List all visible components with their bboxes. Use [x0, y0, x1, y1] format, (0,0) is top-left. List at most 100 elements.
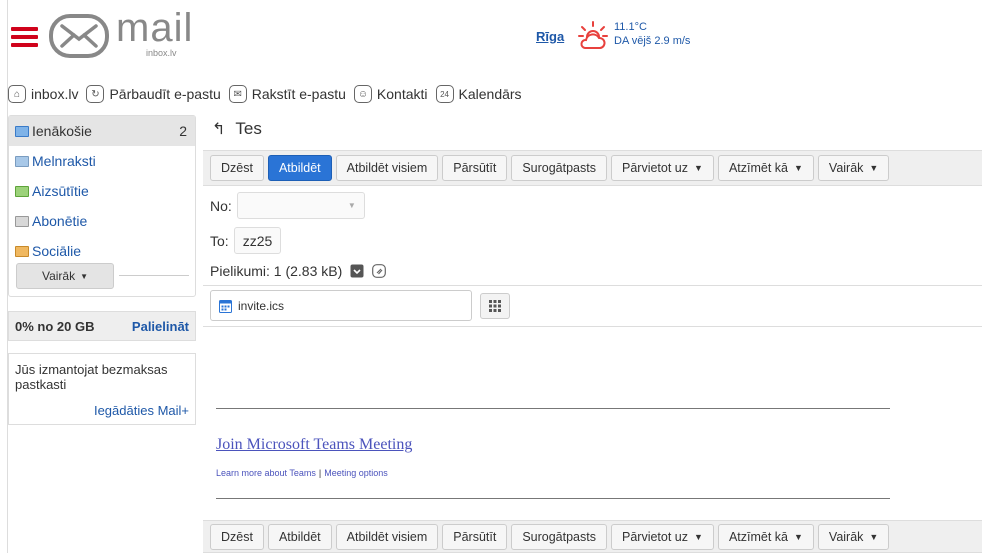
forward-button[interactable]: Pārsūtīt: [442, 155, 508, 181]
more-actions-dropdown[interactable]: Vairāk ▼: [817, 523, 890, 550]
folder-sent[interactable]: Aizsūtītie: [9, 176, 195, 206]
divider: [203, 285, 982, 286]
folder-inbox[interactable]: Ienākošie 2: [9, 116, 195, 146]
folders-more-button[interactable]: Vairāk ▼: [16, 263, 114, 289]
more-actions-dropdown[interactable]: Vairāk ▼: [817, 155, 890, 181]
nav-label: Kontakti: [376, 86, 428, 102]
more-label: Vairāk: [41, 269, 76, 283]
attachment-file[interactable]: invite.ics: [210, 290, 472, 321]
refresh-icon: ↻: [86, 85, 105, 103]
reply-all-button[interactable]: Atbildēt visiem: [335, 523, 439, 550]
delete-button[interactable]: Dzēst: [210, 523, 264, 550]
caret-down-icon: ▼: [869, 163, 879, 173]
compose-icon: ✉: [228, 85, 247, 103]
separator: |: [318, 468, 322, 478]
body-rule: [216, 408, 890, 409]
teams-join-link[interactable]: Join Microsoft Teams Meeting: [216, 436, 412, 454]
folder-label: Ienākošie: [32, 123, 92, 139]
caret-down-icon: ▼: [694, 163, 703, 173]
meeting-options-link[interactable]: Meeting options: [324, 468, 388, 478]
upgrade-link[interactable]: Palielināt: [132, 319, 189, 334]
spam-button[interactable]: Surogātpasts: [511, 523, 607, 550]
folder-label: Abonētie: [32, 213, 88, 229]
calendar-file-icon: [219, 299, 232, 313]
storage-quota: 0% no 20 GB Palielināt: [8, 311, 196, 341]
nav-label: inbox.lv: [31, 86, 79, 102]
back-arrow-icon[interactable]: ↰: [212, 119, 225, 139]
to-row: To: zz25: [210, 227, 282, 254]
move-label: Pārvietot uz: [622, 529, 689, 544]
folder-label: Sociālie: [32, 243, 82, 259]
reply-button[interactable]: Atbildēt: [267, 523, 332, 550]
mark-as-dropdown[interactable]: Atzīmēt kā ▼: [717, 155, 814, 181]
nav-inbox-lv[interactable]: ⌂ inbox.lv: [8, 85, 78, 103]
reply-all-button[interactable]: Atbildēt visiem: [335, 155, 439, 181]
drafts-folder-icon: [15, 155, 29, 167]
social-folder-icon: [15, 245, 29, 257]
logo-text: mail: [116, 6, 194, 50]
folder-drafts[interactable]: Melnraksti: [9, 146, 195, 176]
folder-list: Ienākošie 2 Melnraksti Aizsūtītie Abonēt…: [8, 115, 196, 297]
learn-more-link[interactable]: Learn more about Teams: [216, 468, 316, 478]
paperclip-icon[interactable]: [372, 264, 387, 278]
page: mail inbox.lv Rīga 11.1°C DA vējš 2.9 m/…: [0, 0, 982, 553]
attachment-name: invite.ics: [238, 298, 285, 313]
inbox-folder-icon: [15, 125, 29, 137]
promo-text: Jūs izmantojat bezmaksas pastkasti: [15, 362, 168, 392]
from-row: No: ▼: [210, 192, 365, 219]
weather-city[interactable]: Rīga: [536, 29, 564, 44]
logo-subtext: inbox.lv: [146, 48, 177, 58]
hamburger-menu-icon[interactable]: [11, 27, 38, 47]
caret-down-icon: ▼: [869, 531, 879, 542]
reply-button[interactable]: Atbildēt: [267, 155, 332, 181]
mark-as-dropdown[interactable]: Atzīmēt kā ▼: [717, 523, 814, 550]
to-label: To:: [210, 232, 229, 249]
download-icon[interactable]: [350, 264, 364, 278]
message-subject: Tes: [235, 119, 262, 138]
move-to-dropdown[interactable]: Pārvietot uz ▼: [611, 523, 714, 550]
divider: [203, 326, 982, 327]
folder-social[interactable]: Sociālie: [9, 236, 195, 266]
teams-sublinks: Learn more about Teams | Meeting options: [216, 468, 388, 478]
quota-text: 0% no 20 GB: [15, 318, 95, 334]
nav-calendar[interactable]: 24 Kalendārs: [435, 85, 522, 103]
folder-subscriptions[interactable]: Abonētie: [9, 206, 195, 236]
folder-label: Melnraksti: [32, 153, 96, 169]
move-to-dropdown[interactable]: Pārvietot uz ▼: [611, 155, 714, 181]
attachments-label: Pielikumi: 1 (2.83 kB): [210, 263, 343, 279]
caret-down-icon: ▼: [793, 163, 803, 173]
sidebar: Ienākošie 2 Melnraksti Aizsūtītie Abonēt…: [8, 115, 196, 425]
nav-label: Pārbaudīt e-pastu: [109, 86, 221, 102]
nav-check-mail[interactable]: ↻ Pārbaudīt e-pastu: [86, 85, 221, 103]
buy-mail-plus-link[interactable]: Iegādāties Mail+: [94, 403, 189, 418]
promo-box: Jūs izmantojat bezmaksas pastkasti Iegād…: [8, 353, 196, 425]
attachments-row: Pielikumi: 1 (2.83 kB): [210, 262, 387, 280]
from-select[interactable]: ▼: [236, 192, 365, 219]
partly-cloudy-icon: [578, 21, 608, 49]
weather-wind: DA vējš 2.9 m/s: [614, 35, 691, 47]
caret-down-icon: ▼: [347, 201, 356, 210]
recipient-chip[interactable]: zz25: [233, 227, 282, 254]
chevron-down-icon: ▼: [80, 271, 89, 281]
logo[interactable]: mail inbox.lv: [48, 6, 208, 63]
move-label: Pārvietot uz: [622, 161, 689, 175]
more-label: Vairāk: [828, 529, 864, 544]
grid-view-button[interactable]: [480, 293, 510, 319]
from-label: No:: [210, 197, 232, 214]
header: mail inbox.lv Rīga 11.1°C DA vējš 2.9 m/…: [8, 0, 982, 70]
nav-label: Rakstīt e-pastu: [251, 86, 346, 102]
forward-button[interactable]: Pārsūtīt: [442, 523, 508, 550]
spam-button[interactable]: Surogātpasts: [511, 155, 607, 181]
delete-button[interactable]: Dzēst: [210, 155, 264, 181]
nav-label: Kalendārs: [458, 86, 522, 102]
mark-label: Atzīmēt kā: [728, 529, 788, 544]
nav-compose[interactable]: ✉ Rakstīt e-pastu: [228, 85, 346, 103]
mark-label: Atzīmēt kā: [728, 161, 788, 175]
subscriptions-folder-icon: [15, 215, 29, 227]
nav-contacts[interactable]: ☺ Kontakti: [353, 85, 428, 103]
body-rule: [216, 498, 890, 499]
message-title: ↰ Tes: [212, 119, 262, 139]
envelope-logo-icon: [49, 14, 109, 58]
divider: [119, 275, 189, 276]
message-toolbar-top: Dzēst Atbildēt Atbildēt visiem Pārsūtīt …: [203, 150, 982, 186]
